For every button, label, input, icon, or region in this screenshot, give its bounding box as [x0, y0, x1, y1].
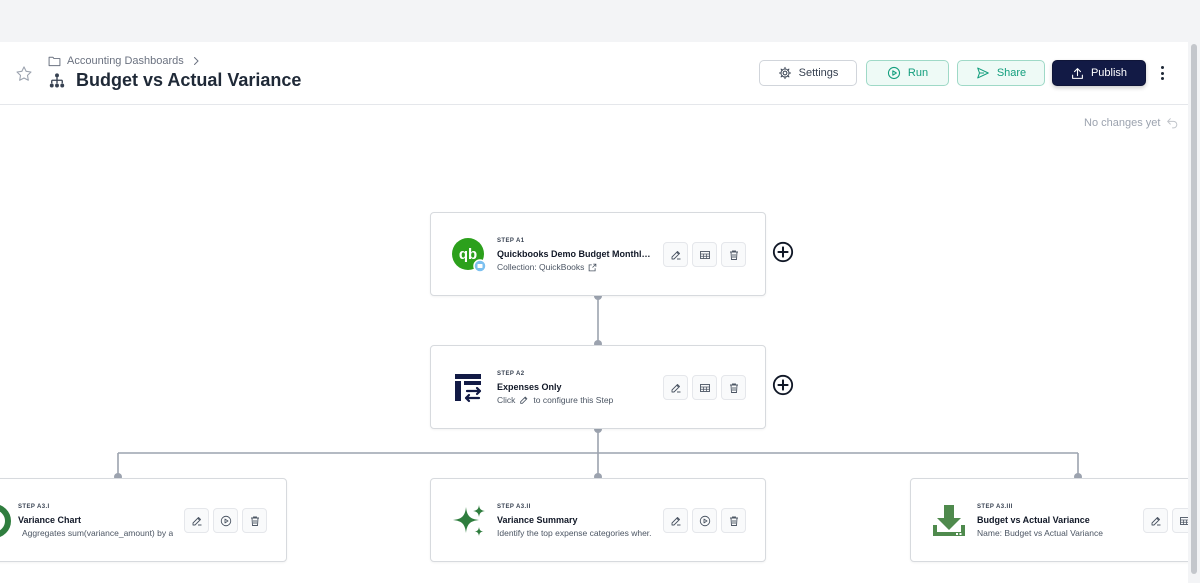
step-label: STEP A1	[497, 238, 525, 244]
step-subtitle-text: Name: Budget vs Actual Variance	[977, 528, 1103, 538]
step-card-a3iii[interactable]: STEP A3.III Budget vs Actual Variance Na…	[910, 478, 1188, 562]
preview-table-button[interactable]	[692, 242, 717, 267]
table-icon	[699, 250, 710, 259]
step-text: STEP A3.II Variance Summary Identify the…	[497, 504, 652, 538]
step-subtitle: Name: Budget vs Actual Variance	[977, 528, 1147, 538]
preview-table-button[interactable]	[1172, 508, 1188, 533]
delete-button[interactable]	[721, 375, 746, 400]
step-card-a3ii[interactable]: STEP A3.II Variance Summary Identify the…	[430, 478, 766, 562]
preview-table-button[interactable]	[692, 375, 717, 400]
trash-icon	[250, 516, 259, 526]
step-title: Variance Summary	[497, 515, 578, 525]
table-icon	[1179, 516, 1188, 525]
sparkle-icon	[453, 505, 485, 536]
step-actions	[1143, 508, 1188, 533]
step-text: STEP A1 Quickbooks Demo Budget Monthly .…	[497, 238, 652, 272]
external-link-icon[interactable]	[588, 263, 597, 272]
plus-circle-icon[interactable]	[772, 374, 794, 396]
step-label: STEP A2	[497, 371, 525, 377]
step-title: Expenses Only	[497, 382, 562, 392]
edit-icon	[671, 383, 680, 392]
step-subtitle-text: Collection: QuickBooks	[497, 262, 585, 272]
step-card-a2[interactable]: STEP A2 Expenses Only Click to configure…	[430, 345, 766, 429]
chart-icon	[0, 505, 11, 537]
edit-button[interactable]	[1143, 508, 1168, 533]
scrollbar-thumb[interactable]	[1191, 44, 1197, 574]
workflow-app: Accounting Dashboards Budget vs Actual V…	[0, 42, 1188, 583]
step-subtitle-pre: Click	[497, 395, 516, 405]
browser-top-strip	[0, 0, 1200, 42]
step-subtitle-text: Identify the top expense categories wher…	[497, 528, 652, 538]
step-text: STEP A2 Expenses Only Click to configure…	[497, 371, 652, 405]
delete-button[interactable]	[242, 508, 267, 533]
step-label: STEP A3.II	[497, 504, 531, 510]
edit-icon	[192, 516, 201, 525]
step-title: Variance Chart	[18, 515, 82, 525]
edit-icon[interactable]	[519, 395, 529, 405]
edit-button[interactable]	[663, 375, 688, 400]
trash-icon	[729, 250, 738, 260]
trash-icon	[729, 383, 738, 393]
step-subtitle-post: to configure this Step	[533, 395, 614, 405]
step-actions	[663, 508, 746, 533]
step-subtitle: Aggregates sum(variance_amount) by accou…	[18, 528, 173, 538]
step-title: Budget vs Actual Variance	[977, 515, 1090, 525]
step-subtitle: Identify the top expense categories wher…	[497, 528, 652, 538]
run-step-button[interactable]	[692, 508, 717, 533]
step-subtitle: Collection: QuickBooks	[497, 262, 652, 272]
vertical-scrollbar[interactable]	[1188, 42, 1200, 583]
download-icon	[933, 505, 965, 536]
edit-icon	[671, 250, 680, 259]
delete-button[interactable]	[721, 508, 746, 533]
quickbooks-logo-icon: qb	[452, 238, 487, 273]
table-icon	[699, 383, 710, 392]
edit-button[interactable]	[663, 242, 688, 267]
step-label: STEP A3.III	[977, 504, 1013, 510]
delete-button[interactable]	[721, 242, 746, 267]
step-actions	[663, 242, 746, 267]
step-text: STEP A3.III Budget vs Actual Variance Na…	[977, 504, 1147, 538]
step-actions	[184, 508, 267, 533]
run-step-button[interactable]	[213, 508, 238, 533]
play-icon	[220, 515, 231, 526]
step-label: STEP A3.I	[18, 504, 50, 510]
step-subtitle-text: Aggregates sum(variance_amount) by accou…	[22, 528, 173, 538]
edit-button[interactable]	[184, 508, 209, 533]
step-text: STEP A3.I Variance Chart Aggregates sum(…	[18, 504, 173, 538]
edit-icon	[1151, 516, 1160, 525]
step-actions	[663, 375, 746, 400]
plus-circle-icon[interactable]	[772, 241, 794, 263]
edit-button[interactable]	[663, 508, 688, 533]
filter-table-icon	[455, 374, 482, 403]
step-title: Quickbooks Demo Budget Monthly ...	[497, 249, 652, 259]
step-subtitle: Click to configure this Step	[497, 395, 652, 405]
step-card-a3i[interactable]: STEP A3.I Variance Chart Aggregates sum(…	[0, 478, 287, 562]
edit-icon	[671, 516, 680, 525]
step-card-a1[interactable]: qb STEP A1 Quickbooks Demo Budget Monthl…	[430, 212, 766, 296]
play-icon	[699, 515, 710, 526]
svg-text:qb: qb	[459, 246, 477, 263]
trash-icon	[729, 516, 738, 526]
